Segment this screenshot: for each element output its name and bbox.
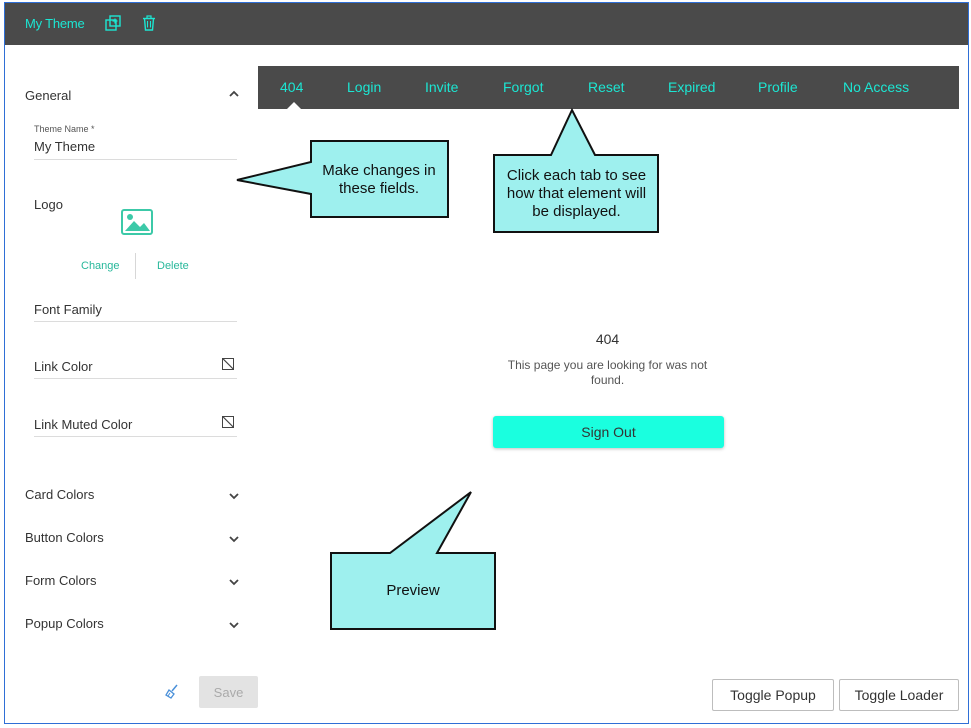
theme-name-label: Theme Name * bbox=[34, 124, 95, 134]
chevron-down-icon[interactable] bbox=[227, 618, 241, 632]
top-bar: My Theme bbox=[5, 3, 968, 45]
image-placeholder-icon bbox=[121, 209, 153, 235]
logo-delete-link[interactable]: Delete bbox=[157, 260, 189, 272]
sign-out-button[interactable]: Sign Out bbox=[493, 416, 724, 448]
callout-preview-text: Preview bbox=[386, 582, 440, 599]
broom-icon[interactable] bbox=[164, 683, 180, 699]
preview-error-code: 404 bbox=[595, 331, 620, 347]
font-family-field[interactable]: Font Family bbox=[34, 302, 102, 317]
logo-actions-divider bbox=[135, 253, 136, 279]
tab-404[interactable]: 404 bbox=[280, 79, 303, 95]
duplicate-icon[interactable] bbox=[104, 14, 122, 32]
active-tab-indicator bbox=[287, 102, 301, 109]
tab-no-access[interactable]: No Access bbox=[843, 79, 909, 95]
tab-expired[interactable]: Expired bbox=[668, 79, 715, 95]
callout-tabs-text: Click each tab to see how that element w… bbox=[506, 167, 647, 220]
tab-reset[interactable]: Reset bbox=[588, 79, 625, 95]
button-colors-section-header[interactable]: Button Colors bbox=[25, 530, 104, 545]
callout-fields-text: Make changes in these fields. bbox=[322, 162, 436, 197]
theme-editor-window: My Theme General Theme Name * My Theme L… bbox=[4, 2, 969, 724]
general-section-header[interactable]: General bbox=[25, 88, 71, 103]
font-family-underline bbox=[34, 321, 237, 322]
link-color-field[interactable]: Link Color bbox=[34, 359, 93, 374]
toggle-popup-button[interactable]: Toggle Popup bbox=[712, 679, 834, 711]
chevron-down-icon[interactable] bbox=[227, 532, 241, 546]
tab-login[interactable]: Login bbox=[347, 79, 381, 95]
chevron-down-icon[interactable] bbox=[227, 575, 241, 589]
tab-forgot[interactable]: Forgot bbox=[503, 79, 543, 95]
theme-name-input[interactable]: My Theme bbox=[34, 139, 95, 154]
chevron-up-icon[interactable] bbox=[227, 87, 241, 101]
theme-title: My Theme bbox=[25, 16, 85, 31]
chevron-down-icon[interactable] bbox=[227, 489, 241, 503]
preview-error-message: This page you are looking for was not fo… bbox=[507, 358, 708, 387]
tab-profile[interactable]: Profile bbox=[758, 79, 798, 95]
trash-icon[interactable] bbox=[140, 14, 158, 32]
logo-change-link[interactable]: Change bbox=[81, 260, 120, 272]
preview-tab-bar: 404 Login Invite Forgot Reset Expired Pr… bbox=[258, 66, 959, 109]
link-muted-color-underline bbox=[34, 436, 237, 437]
tab-invite[interactable]: Invite bbox=[425, 79, 458, 95]
link-color-underline bbox=[34, 378, 237, 379]
popup-colors-section-header[interactable]: Popup Colors bbox=[25, 616, 104, 631]
logo-label: Logo bbox=[34, 197, 63, 212]
toggle-loader-button[interactable]: Toggle Loader bbox=[839, 679, 959, 711]
link-muted-color-swatch[interactable] bbox=[222, 416, 234, 428]
theme-name-underline bbox=[34, 159, 237, 160]
form-colors-section-header[interactable]: Form Colors bbox=[25, 573, 97, 588]
link-muted-color-field[interactable]: Link Muted Color bbox=[34, 417, 132, 432]
card-colors-section-header[interactable]: Card Colors bbox=[25, 487, 94, 502]
link-color-swatch[interactable] bbox=[222, 358, 234, 370]
save-button[interactable]: Save bbox=[199, 676, 258, 708]
